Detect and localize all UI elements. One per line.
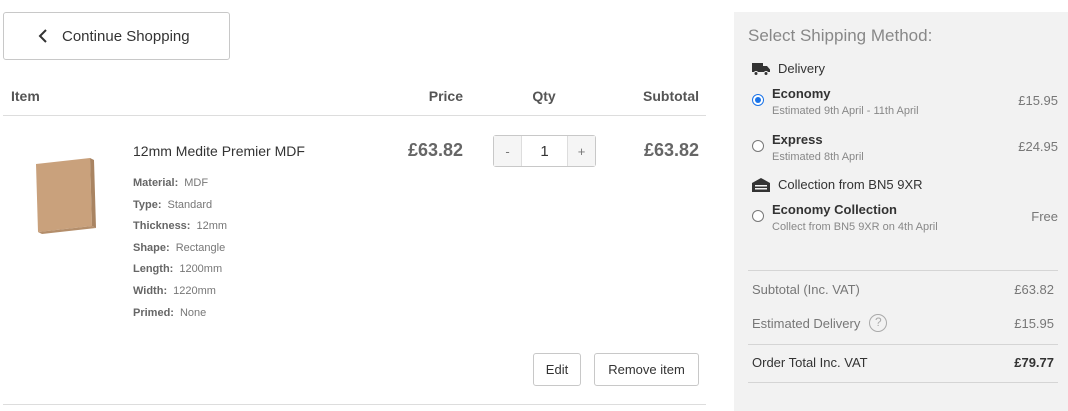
summary-divider: [748, 344, 1058, 345]
radio-express[interactable]: [752, 140, 764, 152]
radio-economy[interactable]: [752, 94, 764, 106]
shipping-option-express[interactable]: Express Estimated 8th April £24.95: [752, 132, 1058, 166]
header-subtotal: Subtotal: [643, 88, 699, 104]
order-total-row: Order Total Inc. VAT £79.77: [752, 355, 1054, 370]
attribute-key: Thickness:: [133, 220, 191, 233]
chevron-left-icon: [38, 29, 47, 43]
continue-shopping-button[interactable]: Continue Shopping: [3, 12, 230, 60]
attribute-key: Material:: [133, 177, 179, 189]
attribute-key: Shape:: [133, 241, 170, 254]
item-price: £63.82: [407, 140, 463, 160]
attribute-value: 12mm: [196, 220, 228, 233]
summary-divider: [748, 382, 1058, 383]
header-price: Price: [428, 88, 463, 104]
cart-bottom-divider: [3, 404, 706, 405]
attribute-row: Material: MDF: [133, 174, 227, 196]
summary-subtotal-label: Subtotal (Inc. VAT): [752, 282, 860, 297]
shipping-title: Select Shipping Method:: [748, 26, 933, 45]
product-name[interactable]: 12mm Medite Premier MDF: [133, 143, 305, 159]
summary-delivery-row: Estimated Delivery ? £15.95: [752, 314, 1054, 332]
continue-shopping-label: Continue Shopping: [62, 27, 190, 45]
attribute-value: None: [179, 306, 207, 319]
summary-delivery-label-wrap: Estimated Delivery ?: [752, 314, 888, 332]
attribute-row: Primed: None: [133, 304, 227, 326]
quantity-stepper: - 1 +: [493, 135, 596, 167]
summary-delivery-value: £15.95: [1014, 315, 1054, 331]
option-name: Economy: [772, 86, 831, 101]
attribute-row: Thickness: 12mm: [133, 217, 227, 239]
summary-subtotal-row: Subtotal (Inc. VAT) £63.82: [752, 282, 1054, 297]
delivery-group-label: Delivery: [778, 61, 825, 76]
option-price: £15.95: [1018, 93, 1058, 108]
qty-decrease-button[interactable]: -: [494, 136, 522, 166]
attribute-key: Length:: [133, 263, 174, 276]
help-icon[interactable]: ?: [869, 314, 888, 332]
attribute-value: 1200mm: [179, 263, 223, 276]
option-date: Estimated 9th April - 11th April: [772, 105, 919, 117]
attribute-value: Rectangle: [175, 241, 226, 254]
delivery-group-header: Delivery: [752, 61, 825, 76]
attribute-value: MDF: [184, 177, 209, 189]
option-name: Economy Collection: [772, 202, 897, 217]
option-date: Collect from BN5 9XR on 4th April: [772, 221, 938, 233]
product-attributes: Material: MDF Type: Standard Thickness: 12m…: [133, 174, 227, 325]
header-item: Item: [11, 88, 40, 104]
header-qty: Qty: [532, 88, 556, 104]
option-date: Estimated 8th April: [772, 151, 864, 163]
collection-group-header: Collection from BN5 9XR: [752, 177, 923, 192]
option-price: £24.95: [1018, 139, 1058, 154]
shipping-option-economy[interactable]: Economy Estimated 9th April - 11th April…: [752, 86, 1058, 120]
qty-input[interactable]: 1: [522, 136, 567, 166]
remove-item-button[interactable]: Remove item: [594, 353, 699, 386]
option-price: Free: [1031, 209, 1058, 224]
attribute-row: Length: 1200mm: [133, 260, 227, 282]
option-name: Express: [772, 132, 823, 147]
edit-button[interactable]: Edit: [533, 353, 581, 386]
warehouse-icon: [752, 177, 770, 192]
attribute-key: Primed:: [133, 306, 174, 319]
summary-subtotal-value: £63.82: [1014, 282, 1054, 297]
product-thumbnail: [36, 158, 96, 234]
order-total-value: £79.77: [1014, 355, 1054, 370]
shipping-option-economy-collection[interactable]: Economy Collection Collect from BN5 9XR …: [752, 202, 1058, 236]
header-divider: [3, 115, 706, 116]
collection-group-label: Collection from BN5 9XR: [778, 177, 923, 192]
summary-divider: [748, 270, 1058, 271]
attribute-row: Width: 1220mm: [133, 282, 227, 304]
summary-delivery-label: Estimated Delivery: [752, 315, 861, 331]
attribute-value: Standard: [167, 198, 213, 211]
qty-increase-button[interactable]: +: [567, 136, 595, 166]
shipping-panel: Select Shipping Method: Delivery Economy…: [734, 12, 1068, 411]
attribute-value: 1220mm: [173, 284, 216, 297]
attribute-key: Type:: [133, 198, 162, 211]
attribute-key: Width:: [133, 284, 168, 297]
item-subtotal: £63.82: [643, 140, 699, 160]
attribute-row: Shape: Rectangle: [133, 239, 227, 261]
order-total-label: Order Total Inc. VAT: [752, 355, 868, 370]
radio-economy-collection[interactable]: [752, 210, 764, 222]
attribute-row: Type: Standard: [133, 196, 227, 218]
truck-icon: [752, 62, 770, 76]
